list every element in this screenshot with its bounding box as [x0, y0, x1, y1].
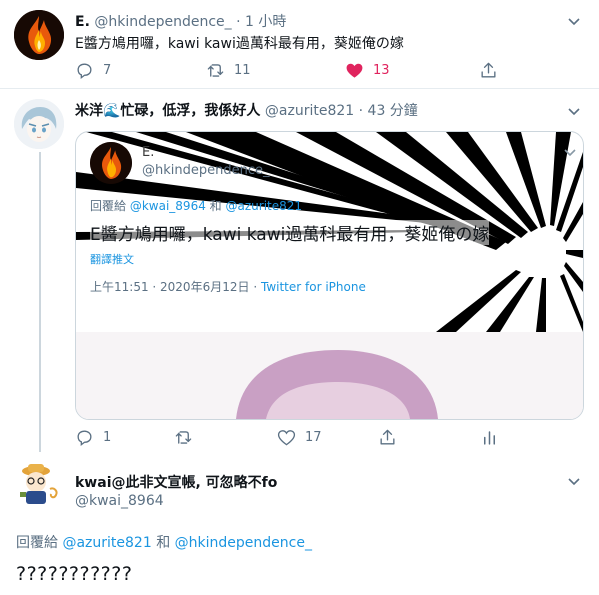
anime-avatar-icon: [14, 99, 64, 149]
timestamp[interactable]: 上午11:51 · 2020年6月12日: [90, 280, 249, 294]
reply-count: 1: [103, 430, 112, 445]
quoted-tweet-text: E醬方鳩用囉，kawi kawi過萬科最有用，葵姬俺の嫁: [90, 220, 490, 245]
divider: [0, 88, 599, 89]
chevron-down-icon[interactable]: [566, 473, 582, 489]
reply-icon: [77, 63, 92, 79]
avatar[interactable]: [14, 459, 64, 509]
chevron-down-icon[interactable]: [566, 103, 582, 119]
dot-separator: ·: [236, 14, 241, 30]
timestamp[interactable]: 1 小時: [245, 14, 286, 30]
display-name[interactable]: E.: [75, 14, 90, 30]
handle[interactable]: @azurite821: [265, 103, 354, 119]
retweet-count: 11: [234, 63, 251, 78]
dot-separator: ·: [358, 103, 364, 119]
mention-link[interactable]: @hkindependence_: [175, 535, 312, 551]
display-name[interactable]: kwai@此非文宣帳, 可忽略不fo: [75, 472, 277, 492]
retweet-button[interactable]: 11: [206, 61, 251, 80]
share-icon: [380, 429, 395, 445]
reply-icon: [77, 430, 92, 446]
cartoon-avatar-icon: [14, 459, 64, 509]
reply-to-label: 回覆給: [16, 535, 58, 551]
like-button[interactable]: 17: [277, 428, 322, 447]
fire-avatar-icon: [14, 10, 64, 60]
avatar[interactable]: [14, 99, 64, 149]
source-link[interactable]: Twitter for iPhone: [261, 280, 366, 294]
chevron-down-icon[interactable]: [562, 144, 578, 160]
mention-link[interactable]: @azurite821: [62, 535, 151, 551]
fire-avatar-icon: [90, 142, 132, 184]
display-name[interactable]: 米洋🌊忙碌，低浮，我係好人: [75, 103, 260, 119]
like-count: 17: [305, 430, 322, 445]
retweet-button[interactable]: [174, 428, 202, 447]
reply-and: 和: [156, 535, 171, 551]
handle[interactable]: @hkindependence_: [94, 14, 231, 30]
translate-link[interactable]: 翻譯推文: [90, 251, 134, 267]
chevron-down-icon[interactable]: [566, 13, 582, 29]
analytics-icon: [483, 431, 496, 445]
analytics-button[interactable]: [480, 428, 508, 447]
thread-line: [39, 152, 41, 452]
reply-button[interactable]: 7: [75, 61, 111, 80]
reply-count: 7: [103, 63, 112, 78]
quoted-tweet-card[interactable]: E. @hkindependence_ 回覆給 @kwai_8964 和 @az…: [75, 131, 584, 420]
share-icon: [481, 62, 496, 78]
reply-to-label: 回覆給: [90, 199, 127, 213]
like-icon: [277, 430, 296, 446]
display-name[interactable]: E.: [142, 145, 154, 160]
tweet-text: E醬方鳩用囉，kawi kawi過萬科最有用，葵姬俺の嫁: [75, 36, 404, 52]
handle[interactable]: @hkindependence_: [142, 163, 270, 178]
quoted-image[interactable]: [76, 332, 583, 419]
like-count: 13: [373, 63, 390, 78]
timestamp[interactable]: 43 分鐘: [368, 103, 418, 119]
share-button[interactable]: [378, 428, 406, 447]
like-button[interactable]: 13: [345, 61, 390, 80]
reply-and: 和: [209, 199, 222, 213]
mention-link[interactable]: @azurite821: [226, 199, 303, 213]
avatar[interactable]: [14, 10, 64, 60]
avatar[interactable]: [90, 142, 132, 184]
share-button[interactable]: [479, 61, 507, 80]
tweet-text: ???????????: [16, 563, 133, 585]
source-sep: ·: [253, 280, 258, 294]
retweet-icon: [207, 64, 224, 77]
mention-link[interactable]: @kwai_8964: [130, 199, 206, 213]
reply-button[interactable]: 1: [75, 428, 111, 447]
like-icon: [346, 63, 363, 78]
retweet-icon: [175, 431, 192, 444]
handle[interactable]: @kwai_8964: [75, 493, 164, 509]
